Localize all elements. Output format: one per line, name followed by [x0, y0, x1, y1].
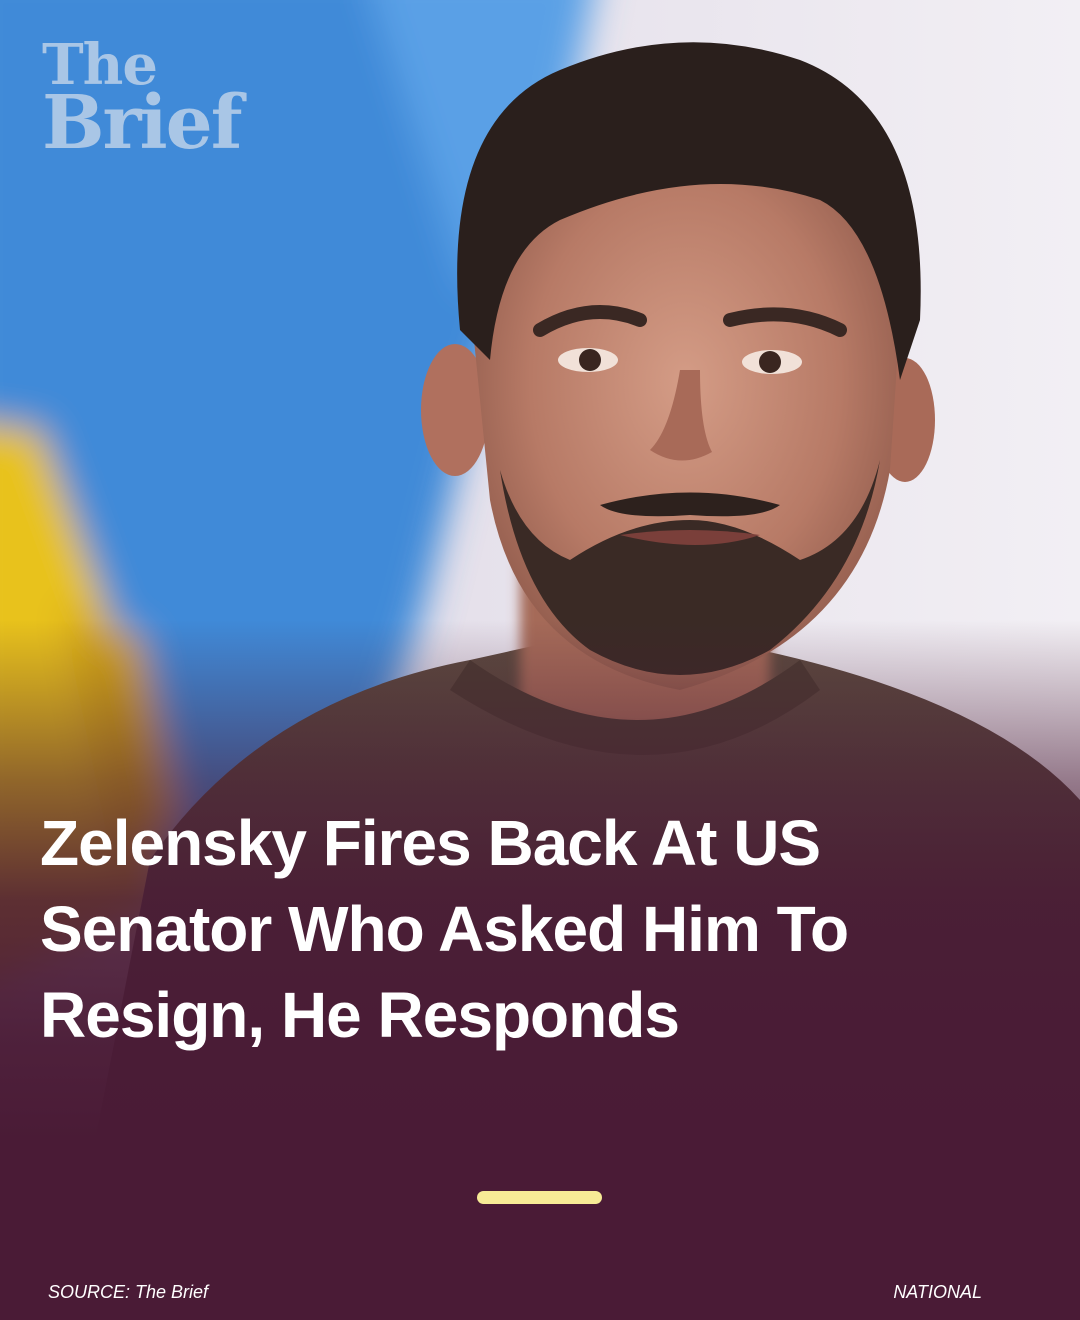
category-label: NATIONAL	[893, 1282, 982, 1302]
news-card: The Brief Zelensky Fires Back At US Sena…	[0, 0, 1080, 1320]
logo-text-brief: Brief	[42, 80, 243, 167]
brand-logo: The Brief	[42, 37, 243, 167]
gradient-overlay	[0, 0, 1080, 1320]
accent-divider	[477, 1191, 602, 1204]
source-credit: SOURCE: The Brief	[48, 1282, 209, 1302]
headline: Zelensky Fires Back At US Senator Who As…	[40, 807, 849, 1051]
